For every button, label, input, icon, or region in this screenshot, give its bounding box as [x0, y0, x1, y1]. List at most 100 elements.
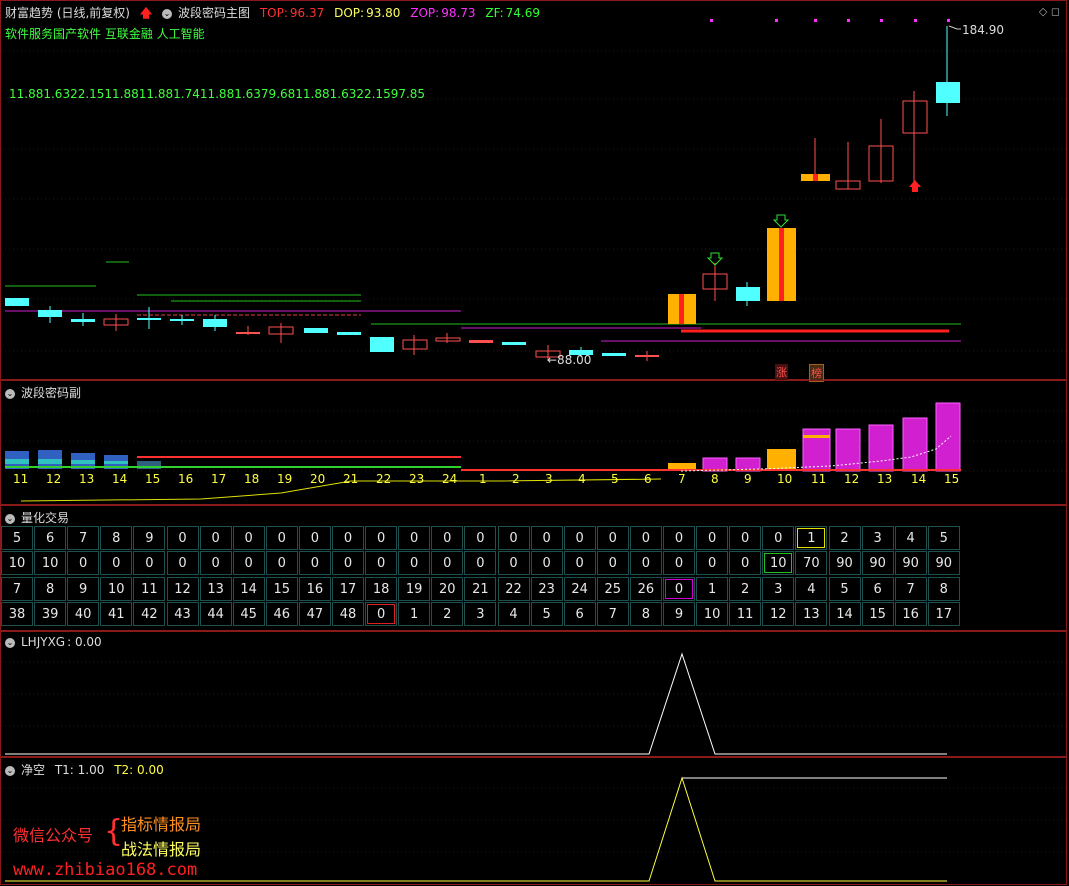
zhang-tag: 涨	[775, 364, 788, 380]
quant-cell: 0	[563, 526, 596, 550]
count-label: 12	[46, 472, 62, 486]
quant-cell: 0	[663, 551, 695, 576]
quant-cell: 90	[927, 551, 960, 576]
quant-cell: 13	[199, 576, 232, 601]
quant-cell: 7	[67, 526, 100, 550]
wechat-label: 微信公众号	[13, 826, 94, 845]
quant-cell: 0	[762, 526, 795, 550]
quant-cell: 0	[596, 526, 629, 550]
count-label: 13	[79, 472, 95, 486]
quant-cell: 5	[828, 576, 861, 601]
quant-cell: 0	[663, 576, 695, 601]
quant-cell: 39	[34, 601, 67, 626]
quant-cell: 2	[828, 526, 861, 550]
quant-cell: 1	[696, 576, 729, 601]
quant-cell: 22	[497, 576, 530, 601]
quant-cell: 8	[34, 576, 67, 601]
quant-cell: 17	[332, 576, 364, 601]
candlestick-chart	[1, 19, 1068, 361]
quant-cell: 23	[530, 576, 563, 601]
quant-cell: 4	[497, 601, 530, 626]
quant-trading-panel[interactable]: ⌄ 量化交易 5 6 7 8 9 0 0 0 0 0 0 0 0 0 0 0 0 0 0 0 0 0 0 0 1 2 3 4 5 10 10 0…	[0, 505, 1067, 631]
collapse-icon[interactable]: ⌄	[5, 513, 15, 524]
quant-cell: 5	[1, 526, 33, 550]
quant-cell: 17	[927, 601, 960, 626]
count-label: 7	[678, 472, 686, 486]
count-label: 11	[811, 472, 827, 486]
quant-cell: 6	[34, 526, 67, 550]
lhjyxg-panel[interactable]: ⌄ LHJYXG: 0.00	[0, 631, 1068, 757]
count-label: 8	[711, 472, 719, 486]
watermark-line2: 战法情报局	[121, 840, 202, 859]
quant-cell: 10	[1, 551, 33, 576]
quant-cell: 48	[332, 601, 364, 626]
quant-cell: 0	[696, 526, 729, 550]
quant-cell: 0	[365, 601, 398, 626]
quant-cell: 16	[894, 601, 927, 626]
jingkong-panel[interactable]: ⌄ 净空 T1: 1.00 T2: 0.00 微信公众号 { 指标情报局 战法情报…	[0, 757, 1068, 885]
count-label: 20	[310, 472, 326, 486]
quant-cell: 45	[232, 601, 265, 626]
quant-cell: 44	[199, 601, 232, 626]
count-label: 23	[409, 472, 425, 486]
quant-cell: 3	[464, 601, 497, 626]
sub-indicator-chart	[1, 402, 1068, 502]
count-label: 3	[545, 472, 553, 486]
count-label: 15	[944, 472, 960, 486]
quant-cell: 0	[629, 526, 662, 550]
quant-cell: 9	[133, 526, 166, 550]
quant-header: ⌄ 量化交易	[5, 509, 75, 526]
quant-cell: 0	[199, 526, 232, 550]
count-label: 16	[178, 472, 194, 486]
quant-cell: 0	[398, 551, 431, 576]
quant-cell: 25	[596, 576, 629, 601]
quant-cell: 46	[265, 601, 298, 626]
count-label: 14	[911, 472, 927, 486]
quant-cell: 0	[663, 526, 695, 550]
count-label: 9	[744, 472, 752, 486]
quant-title[interactable]: 量化交易	[21, 511, 69, 525]
quant-cell: 0	[431, 551, 464, 576]
sub-indicator-panel[interactable]: ⌄ 波段密码副 11 12 13 14 15 16 17 18 19 20 21…	[0, 380, 1068, 505]
quant-cell: 8	[629, 601, 662, 626]
count-label: 12	[844, 472, 860, 486]
quant-cell: 15	[265, 576, 298, 601]
sub-bars	[5, 402, 961, 472]
signal-dots	[710, 19, 950, 22]
count-label: 1	[479, 472, 487, 486]
quant-cell: 0	[232, 526, 265, 550]
quant-cell: 42	[133, 601, 166, 626]
quant-cell: 11	[729, 601, 762, 626]
count-label: 2	[512, 472, 520, 486]
quant-cell: 47	[298, 601, 331, 626]
quant-cell: 16	[298, 576, 331, 601]
count-label: 6	[644, 472, 652, 486]
quant-cell: 0	[365, 551, 398, 576]
quant-cell: 11	[133, 576, 166, 601]
count-label: 14	[112, 472, 128, 486]
quant-cell: 5	[530, 601, 563, 626]
quant-cell: 0	[596, 551, 629, 576]
quant-cell: 0	[67, 551, 100, 576]
quant-cell: 13	[795, 601, 828, 626]
quant-cell: 20	[431, 576, 464, 601]
quant-cell: 0	[696, 551, 729, 576]
count-label: 5	[611, 472, 619, 486]
quant-cell: 0	[729, 551, 762, 576]
quant-cell: 0	[398, 526, 431, 550]
quant-cell: 70	[795, 551, 828, 576]
quant-cell: 0	[563, 551, 596, 576]
count-label: 18	[244, 472, 260, 486]
count-label: 19	[277, 472, 293, 486]
quant-cell: 8	[927, 576, 960, 601]
main-chart-panel[interactable]: 财富趋势 (日线,前复权) 🡅 ⌄ 波段密码主图 TOP: 96.37 DOP: 93…	[0, 0, 1068, 382]
quant-cell: 0	[530, 526, 563, 550]
quant-cell: 0	[265, 551, 298, 576]
quant-cell: 7	[1, 576, 33, 601]
quant-cell: 3	[861, 526, 894, 550]
quant-cell: 5	[927, 526, 960, 550]
quant-cell: 0	[629, 551, 662, 576]
buy-arrow-icons	[706, 180, 921, 266]
quant-cell: 12	[762, 601, 795, 626]
quant-cell: 24	[563, 576, 596, 601]
